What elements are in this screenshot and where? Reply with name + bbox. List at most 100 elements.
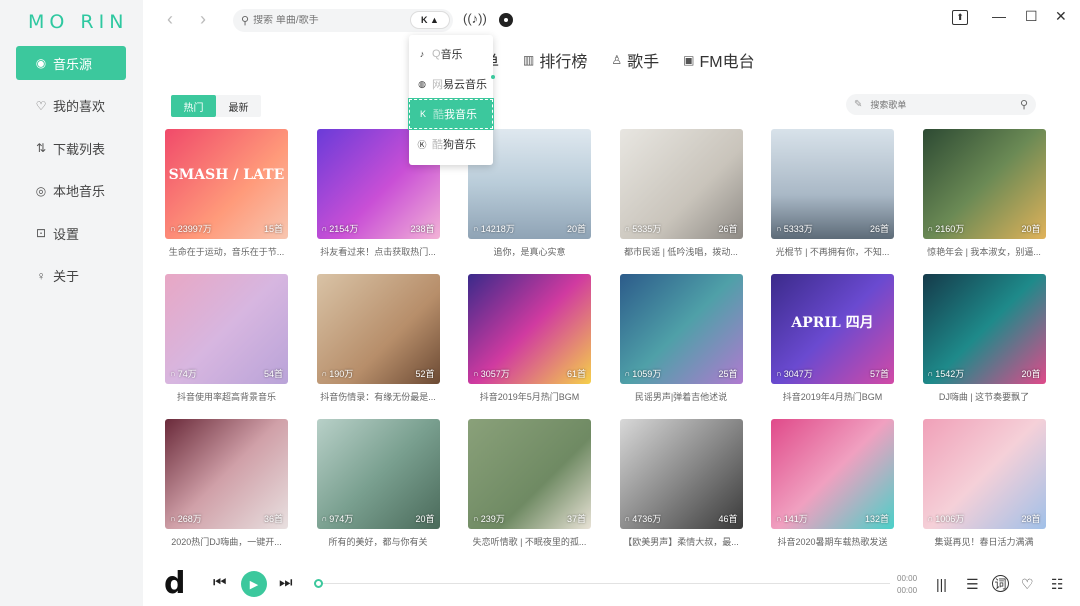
- playlist-card[interactable]: ∩ 1059万 25首民谣男声|弹着吉他述说: [619, 274, 743, 419]
- filter-tabs: 热门 最新: [171, 95, 261, 117]
- playlist-cover[interactable]: ∩ 2160万 20首: [922, 129, 1046, 239]
- playlist-card[interactable]: ∩ 974万 20首所有的美好，都与你有关: [316, 419, 440, 564]
- playlist-title[interactable]: 抖友看过来！点击获取热门...: [317, 245, 440, 258]
- back-arrow-icon[interactable]: ‹: [167, 9, 173, 30]
- tab-fm-radio[interactable]: ▣ FM电台: [683, 48, 754, 72]
- play-count-badge: ∩ 1059万: [625, 367, 662, 380]
- progress-bar[interactable]: [314, 579, 890, 588]
- playlist-cover[interactable]: ∩ 974万 20首: [316, 419, 440, 529]
- source-toggle[interactable]: K ▲: [410, 11, 450, 29]
- playlist-cover[interactable]: ∩ 190万 52首: [316, 274, 440, 384]
- headphone-icon: ∩: [321, 369, 328, 378]
- playlist-card[interactable]: ∩ 190万 52首抖音伤情录：有缘无份最是...: [316, 274, 440, 419]
- search-icon[interactable]: ⚲: [1020, 98, 1028, 111]
- sidebar-nav: ◉ 音乐源 ♡ 我的喜欢 ⇅ 下载列表 ◎ 本地音乐 ⊡ 设置 ♀ 关于: [16, 46, 126, 301]
- playlist-title[interactable]: 追你，是真心实意: [468, 245, 591, 258]
- playlist-title[interactable]: 集诞再见！春日活力满满: [923, 535, 1046, 548]
- previous-icon[interactable]: ⏮: [213, 574, 227, 591]
- playlist-title[interactable]: 抖音2019年5月热门BGM: [468, 390, 591, 403]
- pin-top-icon[interactable]: ⬆: [952, 10, 968, 25]
- playlist-card[interactable]: ∩ 5335万 26首都市民谣 | 低吟浅唱，拨动...: [619, 129, 743, 274]
- qq-music-icon: ♪: [419, 49, 425, 59]
- playlist-cover[interactable]: ∩ 74万 54首: [165, 274, 288, 384]
- playlist-cover[interactable]: ∩ 141万 132首: [771, 419, 894, 529]
- playlist-cover[interactable]: ∩ 4736万 46首: [619, 419, 743, 529]
- playlist-cover[interactable]: ∩ 239万 37首: [468, 419, 591, 529]
- playlist-cover[interactable]: ∩ 1059万 25首: [619, 274, 743, 384]
- sidebar-item-favorites[interactable]: ♡ 我的喜欢: [16, 89, 126, 123]
- dropdown-item-netease[interactable]: ◍ 网易云音乐: [409, 69, 493, 99]
- dropdown-item-kugou[interactable]: Ⓚ 酷狗音乐: [409, 129, 493, 159]
- progress-knob[interactable]: [314, 579, 323, 588]
- playlist-card[interactable]: SMASH / LATE ∩ 23997万 15首生命在于运动，音乐在于节...: [165, 129, 288, 274]
- sidebar-item-label: 关于: [53, 269, 80, 284]
- sidebar-item-label: 下载列表: [53, 141, 106, 157]
- sidebar-item-local-music[interactable]: ◎ 本地音乐: [16, 174, 126, 208]
- playlist-card[interactable]: APRIL 四月 ∩ 3047万 57首抖音2019年4月热门BGM: [771, 274, 894, 419]
- playlist-cover[interactable]: ∩ 268万 36首: [165, 419, 288, 529]
- playlist-search[interactable]: ✎ ⚲: [846, 94, 1036, 115]
- filter-new[interactable]: 最新: [216, 95, 261, 117]
- playlist-title[interactable]: 抖音2020暑期车载热歌发送: [771, 535, 894, 548]
- sidebar-item-music-source[interactable]: ◉ 音乐源: [16, 46, 126, 80]
- playlist-card[interactable]: ∩ 4736万 46首【欧美男声】柔情大叔，最...: [619, 419, 743, 564]
- playlist-cover[interactable]: ∩ 1542万 20首: [922, 274, 1046, 384]
- playlist-title[interactable]: 抖音2019年4月热门BGM: [771, 390, 894, 403]
- equalizer-icon[interactable]: |||‌: [936, 576, 947, 592]
- playlist-card[interactable]: ∩ 3057万 61首抖音2019年5月热门BGM: [468, 274, 591, 419]
- playlist-card[interactable]: ∩ 1542万 20首 DJ嗨曲 | 这节奏要飘了: [922, 274, 1046, 419]
- playlist-cover[interactable]: ∩ 1006万 28首: [922, 419, 1046, 529]
- playlist-title[interactable]: 失恋听情歌 | 不眠夜里的孤...: [468, 535, 591, 548]
- playlist-title[interactable]: 所有的美好，都与你有关: [317, 535, 440, 548]
- sidebar-item-about[interactable]: ♀ 关于: [16, 259, 126, 293]
- playlist-title[interactable]: 2020热门DJ嗨曲，一键开...: [165, 535, 288, 548]
- tab-singers[interactable]: ♙ 歌手: [611, 48, 659, 72]
- sidebar-item-downloads[interactable]: ⇅ 下载列表: [16, 131, 126, 165]
- playlist-title[interactable]: DJ嗨曲 | 这节奏要飘了: [923, 390, 1046, 403]
- lyrics-icon[interactable]: 词: [992, 575, 1009, 592]
- play-button[interactable]: ▶: [241, 571, 267, 597]
- playlist-card[interactable]: ∩ 239万 37首失恋听情歌 | 不眠夜里的孤...: [468, 419, 591, 564]
- search-input[interactable]: [253, 15, 384, 26]
- sidebar-item-settings[interactable]: ⊡ 设置: [16, 216, 126, 250]
- playlist-cover[interactable]: ∩ 5333万 26首: [771, 129, 894, 239]
- playlist-cover[interactable]: ∩ 5335万 26首: [619, 129, 743, 239]
- playlist-title[interactable]: 光棍节 | 不再拥有你，不知...: [771, 245, 894, 258]
- playlist-card[interactable]: ∩ 1006万 28首集诞再见！春日活力满满: [922, 419, 1046, 564]
- playlist-title[interactable]: 【欧美男声】柔情大叔，最...: [620, 535, 743, 548]
- app-logo: MO RIN: [28, 11, 129, 33]
- playlist-cover[interactable]: SMASH / LATE ∩ 23997万 15首: [165, 129, 288, 239]
- tab-label: FM电台: [699, 54, 755, 71]
- heart-icon[interactable]: ♡: [1021, 576, 1034, 593]
- playlist-title[interactable]: 生命在于运动，音乐在于节...: [165, 245, 288, 258]
- playlist-cover[interactable]: APRIL 四月 ∩ 3047万 57首: [771, 274, 894, 384]
- minimize-icon[interactable]: —: [992, 8, 1006, 24]
- playlist-card[interactable]: ∩ 5333万 26首光棍节 | 不再拥有你，不知...: [771, 129, 894, 274]
- maximize-icon[interactable]: ☐: [1025, 8, 1038, 25]
- play-count-badge: ∩ 74万: [170, 367, 197, 380]
- dropdown-item-qq[interactable]: ♪ Q 音乐: [409, 39, 493, 69]
- tab-charts[interactable]: ▥ 排行榜: [523, 48, 587, 72]
- playlist-search-input[interactable]: [870, 99, 1020, 110]
- playlist-title[interactable]: 都市民谣 | 低吟浅唱，拨动...: [620, 245, 743, 258]
- playlist-cover[interactable]: ∩ 3057万 61首: [468, 274, 591, 384]
- playlist-icon[interactable]: ☷: [1051, 576, 1064, 593]
- playlist-card[interactable]: ∩ 268万 36首 2020热门DJ嗨曲，一键开...: [165, 419, 288, 564]
- next-icon[interactable]: ⏭: [279, 574, 293, 591]
- filter-hot[interactable]: 热门: [171, 95, 216, 117]
- play-count-badge: ∩ 239万: [473, 512, 505, 525]
- forward-arrow-icon[interactable]: ›: [200, 9, 206, 30]
- play-count-badge: ∩ 4736万: [625, 512, 662, 525]
- playlist-title[interactable]: 惊艳年会 | 我本淑女，别逼...: [923, 245, 1046, 258]
- playlist-card[interactable]: ∩ 141万 132首抖音2020暑期车载热歌发送: [771, 419, 894, 564]
- playlist-card[interactable]: ∩ 2160万 20首惊艳年会 | 我本淑女，别逼...: [922, 129, 1046, 274]
- listen-recognize-icon[interactable]: ((♪)): [463, 11, 487, 26]
- playlist-title[interactable]: 民谣男声|弹着吉他述说: [620, 390, 743, 403]
- vinyl-icon[interactable]: [499, 13, 513, 27]
- playlist-card[interactable]: ∩ 74万 54首抖音使用率超高背景音乐: [165, 274, 288, 419]
- dropdown-item-kuwo[interactable]: K 酷我音乐: [408, 98, 494, 130]
- playback-mode-icon[interactable]: ☰: [966, 576, 979, 593]
- playlist-title[interactable]: 抖音伤情录：有缘无份最是...: [317, 390, 440, 403]
- playlist-title[interactable]: 抖音使用率超高背景音乐: [165, 390, 288, 403]
- close-icon[interactable]: ✕: [1055, 8, 1067, 25]
